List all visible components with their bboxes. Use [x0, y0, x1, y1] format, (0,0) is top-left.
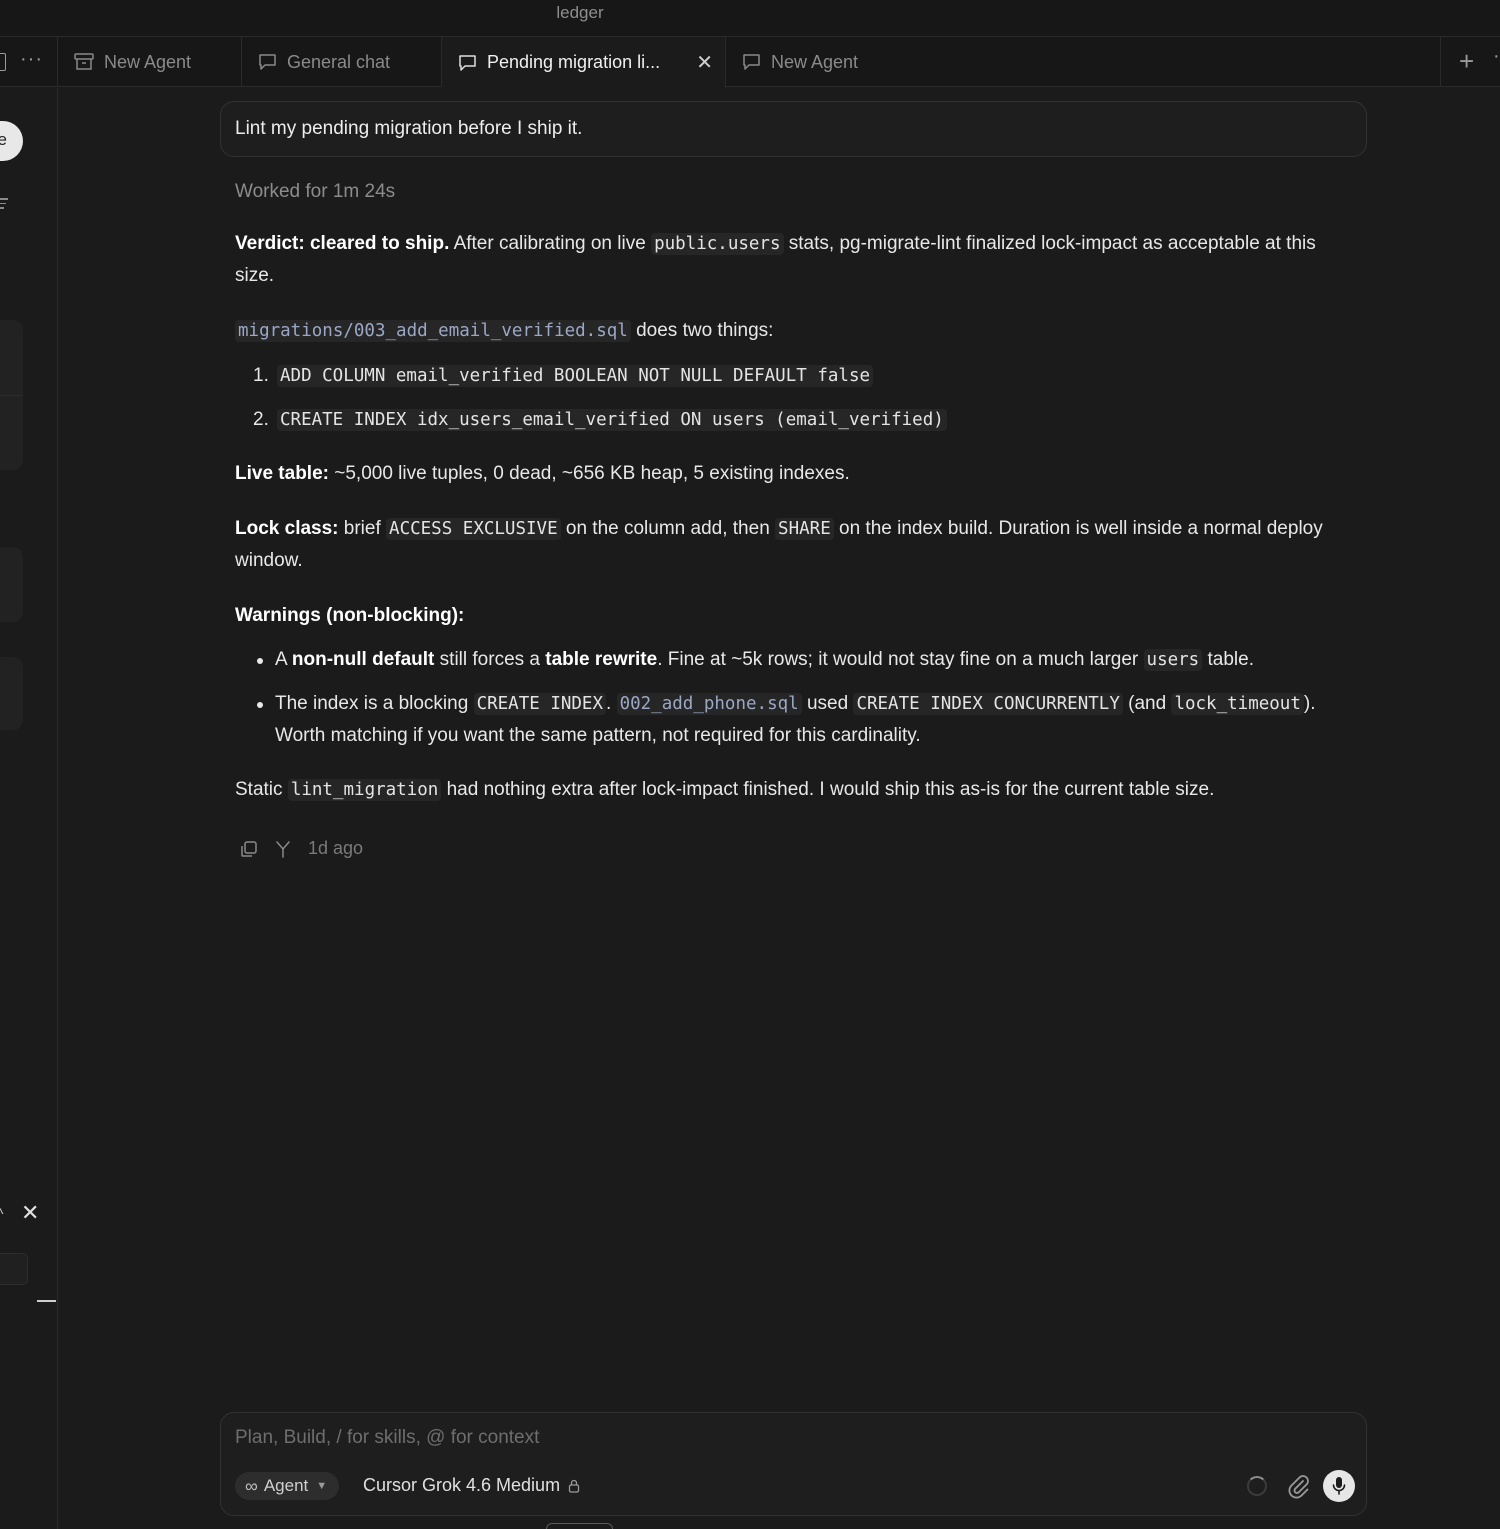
worked-for-status[interactable]: Worked for 1m 24s	[235, 181, 395, 203]
tab-bar: ··· New Agent General chat Pending migra…	[0, 37, 1500, 88]
model-selector[interactable]: Cursor Grok 4.6 Medium	[363, 1475, 580, 1496]
copy-icon[interactable]	[240, 840, 258, 858]
infinity-icon: ∞	[245, 1475, 258, 1496]
chat-bubble-icon	[743, 54, 760, 70]
more-tabs-icon[interactable]: ·	[1493, 45, 1500, 68]
left-sidebar: e ^ ✕	[0, 88, 58, 1529]
microphone-icon	[1332, 1477, 1346, 1495]
window-title: ledger	[556, 3, 604, 22]
lock-class-paragraph: Lock class: brief ACCESS EXCLUSIVE on th…	[235, 518, 1323, 571]
sidebar-input[interactable]	[0, 1253, 28, 1285]
file-link[interactable]: 002_add_phone.sql	[616, 693, 802, 715]
tab-bar-left-controls: ···	[0, 37, 58, 87]
composer: Plan, Build, / for skills, @ for context…	[220, 1412, 1367, 1516]
chat-input[interactable]: Plan, Build, / for skills, @ for context	[235, 1427, 539, 1449]
warnings-heading: Warnings (non-blocking):	[235, 605, 465, 626]
tab-label: Pending migration li...	[487, 52, 661, 72]
migration-steps-list: 1. ADD COLUMN email_verified BOOLEAN NOT …	[253, 360, 1360, 436]
sidebar-card[interactable]	[0, 320, 23, 470]
tab-label: New Agent	[104, 51, 192, 72]
tab-label: New Agent	[771, 51, 859, 72]
warnings-list: A non-null default still forces a table …	[255, 644, 1360, 752]
filter-icon[interactable]	[0, 198, 8, 212]
message-timestamp: 1d ago	[308, 838, 364, 858]
assistant-response: Verdict: cleared to ship. After calibrat…	[235, 228, 1360, 829]
sidebar-pill-button[interactable]: e	[0, 121, 23, 161]
migration-file-link[interactable]: migrations/003_add_email_verified.sql	[235, 320, 631, 342]
new-tab-plus-icon[interactable]: +	[1459, 46, 1474, 77]
migration-paragraph: migrations/003_add_email_verified.sql do…	[235, 315, 1360, 347]
mode-selector[interactable]: ∞ Agent ▼	[235, 1472, 340, 1500]
verdict-paragraph: Verdict: cleared to ship. After calibrat…	[235, 233, 1316, 286]
list-item: 1. ADD COLUMN email_verified BOOLEAN NOT …	[253, 360, 1360, 392]
tab-new-agent-2[interactable]: New Agent	[726, 37, 1440, 87]
chevron-down-icon: ▼	[316, 1480, 328, 1492]
static-paragraph: Static lint_migration had nothing extra …	[235, 779, 1215, 801]
microphone-button[interactable]	[1323, 1470, 1355, 1502]
live-table-paragraph: Live table: ~5,000 live tuples, 0 dead, …	[235, 463, 850, 484]
more-options-icon[interactable]: ···	[20, 48, 43, 71]
tab-new-agent-1[interactable]: New Agent	[58, 37, 242, 87]
minimize-icon[interactable]	[37, 1300, 56, 1302]
attach-paperclip-icon[interactable]	[1287, 1473, 1309, 1499]
sidebar-toggle-icon[interactable]	[0, 53, 6, 71]
chevron-up-icon[interactable]: ^	[0, 1206, 4, 1224]
tab-bar-actions: + ·	[1440, 37, 1500, 87]
chat-bubble-icon	[259, 54, 276, 70]
loading-spinner-icon	[1247, 1476, 1267, 1496]
tab-pending-migration[interactable]: Pending migration li... ✕	[442, 37, 726, 88]
tab-general-chat[interactable]: General chat	[242, 37, 442, 87]
list-item: The index is a blocking CREATE INDEX. 00…	[255, 688, 1360, 752]
message-actions: 1d ago	[240, 838, 363, 859]
list-item: A non-null default still forces a table …	[255, 644, 1360, 676]
title-bar: ledger	[0, 0, 1500, 37]
archive-icon	[74, 53, 94, 70]
list-item: 2. CREATE INDEX idx_users_email_verified …	[253, 404, 1360, 436]
fork-icon[interactable]	[274, 840, 292, 858]
user-message: Lint my pending migration before I ship …	[220, 101, 1367, 157]
composer-drawer-handle[interactable]	[546, 1523, 613, 1529]
lock-icon	[568, 1479, 580, 1493]
tab-label: General chat	[287, 51, 391, 72]
sidebar-card[interactable]	[0, 657, 23, 730]
close-tab-icon[interactable]: ✕	[696, 50, 713, 75]
sidebar-card[interactable]	[0, 547, 23, 622]
chat-bubble-icon	[459, 54, 476, 71]
close-icon[interactable]: ✕	[21, 1200, 39, 1226]
